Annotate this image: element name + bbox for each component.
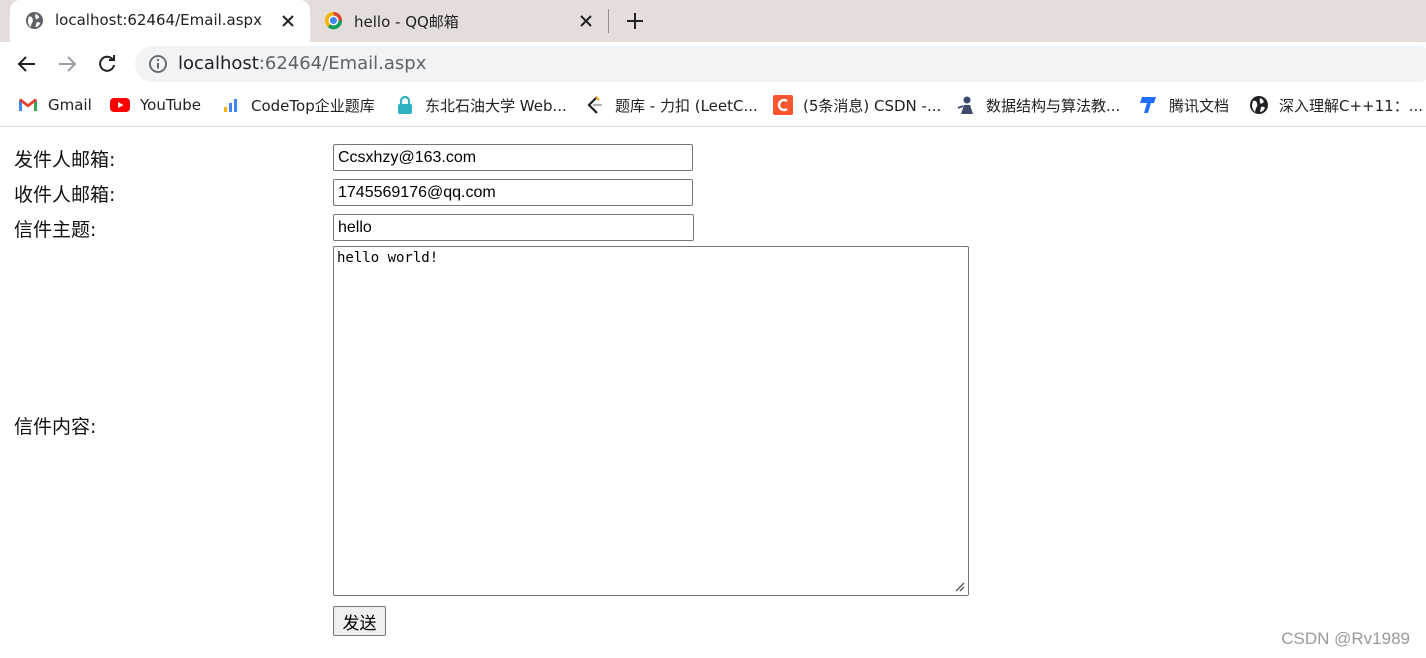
lock-icon (398, 95, 412, 114)
content-label: 信件内容: (14, 416, 97, 438)
bookmark-gmail[interactable]: Gmail (18, 94, 92, 116)
send-button[interactable]: 发送 (333, 606, 386, 636)
bookmark-nepu-web[interactable]: 东北石油大学 Web... (395, 94, 567, 116)
recipient-email-input[interactable] (333, 179, 693, 206)
bookmark-label: YouTube (140, 96, 201, 114)
subject-input[interactable] (333, 214, 694, 241)
new-tab-plus-icon[interactable] (622, 8, 648, 34)
codetop-icon (224, 99, 237, 112)
bookmark-csdn[interactable]: (5条消息) CSDN -... (773, 94, 941, 116)
leetcode-icon (587, 96, 602, 114)
tab-title: hello - QQ邮箱 (354, 13, 459, 31)
tab-strip: localhost:62464/Email.aspx hello - QQ邮箱 (0, 0, 1426, 42)
bookmark-leetcode[interactable]: 题库 - 力扣 (LeetC... (585, 94, 758, 116)
sender-email-input[interactable] (333, 144, 693, 171)
resize-grip-icon[interactable] (953, 580, 965, 592)
subject-label: 信件主题: (14, 219, 97, 241)
url-path: :62464/Email.aspx (258, 53, 427, 74)
bookmark-label: 腾讯文档 (1169, 96, 1230, 115)
bookmark-label: 数据结构与算法教... (986, 96, 1121, 115)
sender-email-label: 发件人邮箱: (14, 149, 116, 171)
tab-separator (608, 9, 609, 33)
youtube-icon (110, 98, 130, 112)
tab-qq-mail[interactable]: hello - QQ邮箱 (312, 0, 608, 42)
bookmark-youtube[interactable]: YouTube (110, 94, 201, 116)
bookmark-label: 深入理解C++11：... (1279, 96, 1424, 115)
globe-icon (25, 11, 44, 30)
qq-mail-icon (324, 11, 343, 30)
person-icon (957, 96, 973, 114)
bookmarks-bar: Gmail YouTube CodeTop企业题库 东北石油大学 Web... … (0, 86, 1426, 127)
browser-toolbar: localhost:62464/Email.aspx (0, 42, 1426, 86)
bookmark-cpp11[interactable]: 深入理解C++11：... (1249, 94, 1423, 116)
back-arrow-icon[interactable] (14, 51, 40, 77)
address-bar[interactable]: localhost:62464/Email.aspx (135, 46, 1426, 82)
close-tab-icon[interactable] (576, 11, 596, 31)
watermark: CSDN @Rv1989 (1281, 629, 1410, 648)
bookmark-data-structures[interactable]: 数据结构与算法教... (956, 94, 1120, 116)
url-text: localhost:62464/Email.aspx (178, 53, 426, 74)
tencent-docs-icon (1140, 97, 1156, 113)
content-textarea[interactable]: hello world! (333, 246, 969, 596)
bookmark-label: 题库 - 力扣 (LeetC... (615, 96, 758, 115)
bookmark-tencent-docs[interactable]: 腾讯文档 (1139, 94, 1229, 116)
close-tab-icon[interactable] (278, 11, 298, 31)
recipient-email-label: 收件人邮箱: (14, 184, 116, 206)
bookmark-label: (5条消息) CSDN -... (803, 96, 942, 115)
info-icon[interactable] (148, 54, 168, 74)
globe-icon (1250, 96, 1268, 114)
gmail-icon (19, 98, 37, 111)
bookmark-label: Gmail (48, 96, 92, 114)
reload-icon[interactable] (94, 51, 120, 77)
tab-title: localhost:62464/Email.aspx (55, 11, 262, 29)
forward-arrow-icon[interactable] (54, 51, 80, 77)
tab-email-aspx[interactable]: localhost:62464/Email.aspx (10, 0, 310, 42)
csdn-icon (773, 95, 793, 115)
bookmark-label: CodeTop企业题库 (251, 96, 375, 115)
bookmark-label: 东北石油大学 Web... (425, 96, 567, 115)
url-host: localhost (178, 53, 259, 74)
bookmark-codetop[interactable]: CodeTop企业题库 (221, 94, 375, 116)
